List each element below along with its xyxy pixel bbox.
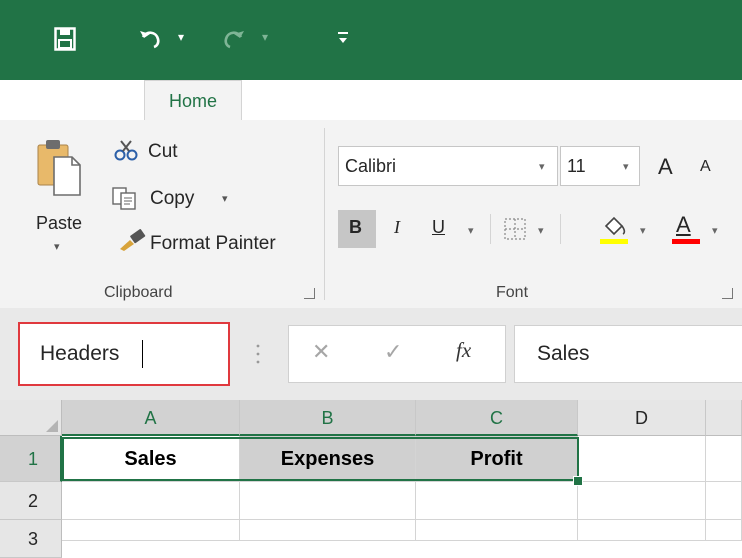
cut-icon[interactable]: [114, 140, 144, 162]
copy-dropdown-icon[interactable]: ▾: [222, 192, 228, 205]
shrink-font-icon[interactable]: A: [700, 158, 711, 176]
name-box-value: Headers: [40, 342, 120, 365]
grow-font-icon[interactable]: A: [658, 154, 673, 180]
chevron-down-icon: ▾: [539, 161, 545, 173]
clipboard-group-label: Clipboard: [104, 284, 173, 301]
chevron-down-icon: ▾: [623, 161, 629, 173]
cell-b3[interactable]: [240, 520, 416, 541]
cell-a2[interactable]: [62, 482, 240, 520]
select-all-button[interactable]: [0, 400, 62, 436]
enter-icon[interactable]: ✓: [384, 339, 402, 365]
cell-c3[interactable]: [416, 520, 578, 541]
underline-dropdown-icon[interactable]: ▾: [468, 224, 474, 237]
formula-bar-grip[interactable]: [256, 342, 260, 366]
font-size-select[interactable]: 11 ▾: [560, 146, 640, 186]
font-name-select[interactable]: Calibri ▾: [338, 146, 558, 186]
row-header-3[interactable]: 3: [0, 520, 62, 558]
insert-function-icon[interactable]: fx: [456, 338, 471, 363]
title-bar: ▾ ▾ File Home Insert Page Layout Formula…: [0, 0, 742, 122]
copy-button-label[interactable]: Copy: [150, 188, 194, 210]
cell-e2[interactable]: [706, 482, 742, 520]
tab-insert[interactable]: Insert: [286, 80, 350, 120]
font-launcher-icon[interactable]: [722, 288, 733, 299]
undo-dropdown-icon[interactable]: ▾: [178, 30, 184, 44]
bold-icon: B: [349, 217, 362, 237]
borders-dropdown-icon[interactable]: ▾: [538, 224, 544, 237]
copy-icon[interactable]: [112, 187, 138, 211]
tab-formulas[interactable]: Formulas: [590, 80, 690, 120]
fill-handle[interactable]: [573, 476, 583, 486]
cancel-icon[interactable]: ✕: [312, 339, 330, 365]
paste-icon[interactable]: [36, 137, 82, 197]
italic-icon[interactable]: I: [394, 217, 400, 238]
fill-color-dropdown-icon[interactable]: ▾: [640, 224, 646, 237]
cell-c2[interactable]: [416, 482, 578, 520]
undo-icon[interactable]: [138, 25, 164, 51]
name-box[interactable]: Headers: [18, 322, 230, 386]
borders-icon[interactable]: [504, 218, 526, 240]
formula-input[interactable]: Sales: [514, 325, 742, 383]
clipboard-launcher-icon[interactable]: [304, 288, 315, 299]
cell-d1[interactable]: [578, 436, 706, 482]
paste-button-label[interactable]: Paste: [36, 213, 82, 234]
cell-b1[interactable]: Expenses: [240, 436, 416, 482]
redo-icon: [220, 25, 246, 51]
paste-dropdown-icon[interactable]: ▾: [54, 240, 60, 253]
column-header-d[interactable]: D: [578, 400, 706, 436]
font-size-value: 11: [567, 156, 586, 176]
formula-value: Sales: [537, 342, 590, 365]
fill-color-icon[interactable]: [600, 212, 628, 246]
cell-a1[interactable]: Sales: [62, 436, 240, 482]
format-painter-button-label[interactable]: Format Painter: [150, 233, 276, 255]
cell-a3[interactable]: [62, 520, 240, 541]
column-header-a[interactable]: A: [62, 400, 240, 436]
toolbar-separator: [490, 214, 491, 244]
tab-page-layout[interactable]: Page Layout: [402, 80, 534, 120]
group-divider: [324, 128, 325, 300]
row-header-2[interactable]: 2: [0, 482, 62, 520]
font-group-label: Font: [496, 284, 529, 301]
customize-qat-icon[interactable]: [336, 29, 350, 45]
row-header-1[interactable]: 1: [0, 436, 62, 482]
tab-file[interactable]: File: [60, 80, 100, 120]
cell-d2[interactable]: [578, 482, 706, 520]
text-cursor: [142, 340, 143, 368]
font-color-icon[interactable]: A: [676, 212, 691, 238]
cut-button-label[interactable]: Cut: [148, 141, 178, 163]
column-header-b[interactable]: B: [240, 400, 416, 436]
underline-icon[interactable]: U: [432, 217, 445, 238]
column-header-e[interactable]: [706, 400, 742, 436]
redo-dropdown-icon: ▾: [262, 30, 269, 44]
save-icon[interactable]: [54, 27, 76, 51]
tab-home[interactable]: Home: [144, 80, 242, 122]
format-painter-icon[interactable]: [118, 229, 146, 251]
column-header-c[interactable]: C: [416, 400, 578, 436]
cell-c1[interactable]: Profit: [416, 436, 578, 482]
font-color-dropdown-icon[interactable]: ▾: [712, 224, 718, 237]
cell-d3[interactable]: [578, 520, 706, 541]
font-color-swatch: [672, 239, 700, 244]
font-name-value: Calibri: [345, 156, 397, 176]
cell-e3[interactable]: [706, 520, 742, 541]
cell-e1[interactable]: [706, 436, 742, 482]
toolbar-separator: [560, 214, 561, 244]
cell-b2[interactable]: [240, 482, 416, 520]
